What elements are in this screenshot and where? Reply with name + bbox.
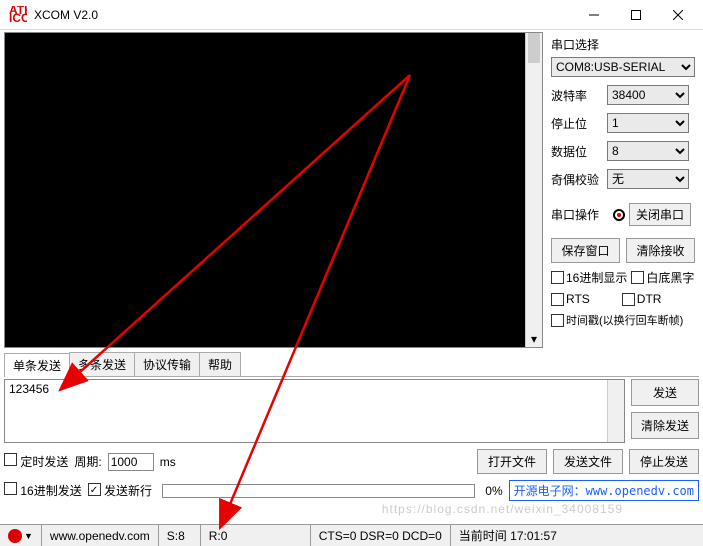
status-recv: R:0 xyxy=(201,525,311,546)
app-logo-icon: ATKICOM xyxy=(8,5,28,25)
chevron-down-icon[interactable]: ▼ xyxy=(24,531,33,541)
progress-bar xyxy=(162,484,475,498)
send-file-button[interactable]: 发送文件 xyxy=(553,449,623,474)
maximize-button[interactable] xyxy=(615,1,657,29)
port-op-label: 串口操作 xyxy=(551,206,607,223)
svg-text:ICOM: ICOM xyxy=(9,11,27,24)
progress-percent: 0% xyxy=(485,484,502,498)
record-icon xyxy=(613,209,625,221)
save-window-button[interactable]: 保存窗口 xyxy=(551,238,620,263)
baud-label: 波特率 xyxy=(551,87,607,104)
databit-label: 数据位 xyxy=(551,143,607,160)
scrollbar-thumb[interactable] xyxy=(528,33,540,63)
stop-send-button[interactable]: 停止发送 xyxy=(629,449,699,474)
send-newline-checkbox[interactable]: 发送新行 xyxy=(88,482,152,499)
databit-select[interactable]: 8 xyxy=(607,141,689,161)
tab-protocol[interactable]: 协议传输 xyxy=(134,352,200,376)
scrollbar-down-icon[interactable]: ▾ xyxy=(526,330,542,347)
terminal-scrollbar[interactable]: ▾ xyxy=(525,33,542,347)
tab-single-send[interactable]: 单条发送 xyxy=(4,353,70,377)
close-button[interactable] xyxy=(657,1,699,29)
window-title: XCOM V2.0 xyxy=(32,8,573,22)
stopbit-label: 停止位 xyxy=(551,115,607,132)
clear-receive-button[interactable]: 清除接收 xyxy=(626,238,695,263)
baud-select[interactable]: 38400 xyxy=(607,85,689,105)
timestamp-checkbox[interactable]: 时间戳(以换行回车断帧) xyxy=(551,312,683,328)
send-button[interactable]: 发送 xyxy=(631,379,699,406)
status-bar: ▼ www.openedv.com S:8 R:0 CTS=0 DSR=0 DC… xyxy=(0,524,703,546)
clear-send-button[interactable]: 清除发送 xyxy=(631,412,699,439)
parity-select[interactable]: 无 xyxy=(607,169,689,189)
terminal-output[interactable]: ▾ xyxy=(4,32,543,348)
send-input-value: 123456 xyxy=(9,382,49,396)
timed-send-checkbox[interactable]: 定时发送 xyxy=(4,453,68,470)
dtr-checkbox[interactable]: DTR xyxy=(622,292,662,306)
send-scrollbar[interactable] xyxy=(607,380,624,442)
period-input[interactable] xyxy=(108,453,154,471)
power-icon xyxy=(8,529,22,543)
power-indicator[interactable]: ▼ xyxy=(0,525,42,546)
status-url[interactable]: www.openedv.com xyxy=(42,525,159,546)
period-unit: ms xyxy=(160,455,176,469)
send-input[interactable]: 123456 xyxy=(4,379,625,443)
status-sent: S:8 xyxy=(159,525,201,546)
minimize-button[interactable] xyxy=(573,1,615,29)
hex-send-checkbox[interactable]: 16进制发送 xyxy=(4,482,82,499)
status-time: 当前时间 17:01:57 xyxy=(451,525,565,546)
tab-help[interactable]: 帮助 xyxy=(199,352,241,376)
hex-display-checkbox[interactable]: 16进制显示 xyxy=(551,269,627,286)
open-file-button[interactable]: 打开文件 xyxy=(477,449,547,474)
port-select-label: 串口选择 xyxy=(551,36,695,53)
port-select[interactable]: COM8:USB-SERIAL xyxy=(551,57,695,77)
watermark: https://blog.csdn.net/weixin_34008159 xyxy=(382,502,623,516)
whitebg-checkbox[interactable]: 白底黑字 xyxy=(631,269,694,286)
period-label: 周期: xyxy=(74,453,101,470)
parity-label: 奇偶校验 xyxy=(551,171,607,188)
rts-checkbox[interactable]: RTS xyxy=(551,292,590,306)
link-box[interactable]: 开源电子网：www.openedv.com xyxy=(509,480,699,501)
stopbit-select[interactable]: 1 xyxy=(607,113,689,133)
close-port-button[interactable]: 关闭串口 xyxy=(629,203,691,226)
status-signals: CTS=0 DSR=0 DCD=0 xyxy=(311,525,451,546)
tab-multi-send[interactable]: 多条发送 xyxy=(69,352,135,376)
